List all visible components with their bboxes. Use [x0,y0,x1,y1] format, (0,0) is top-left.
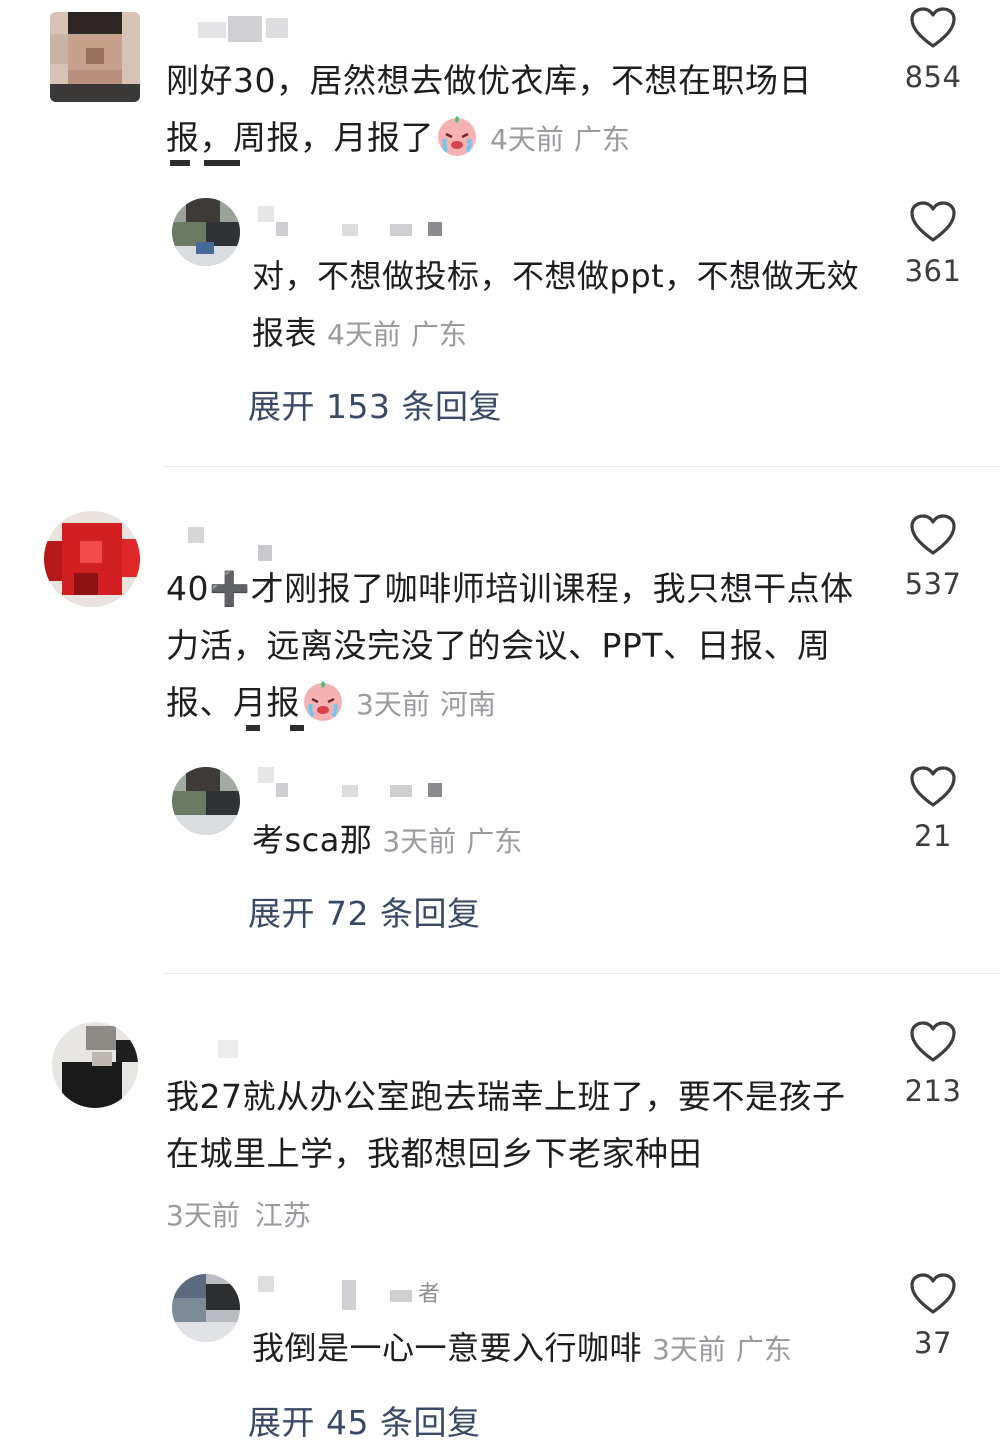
crying-face-emoji-icon [304,681,342,721]
comment-body: 40➕才刚报了咖啡师培训课程，我只想干点体力活，远离没完没了的会议、PPT、日报… [166,569,854,722]
reply-nickname-blurred[interactable]: 者 [258,1276,558,1316]
reply-like-button[interactable]: 21 [883,765,983,853]
comment-location: 江苏 [254,1199,311,1232]
heart-outline-icon [910,514,956,555]
comment-body: 刚好30，居然想去做优衣库，不想在职场日报，周报，月报了 [166,61,812,157]
reply-time: 3天前 [652,1333,726,1366]
heart-outline-icon [910,201,956,242]
reply-nickname-fragment: 者 [418,1282,441,1307]
like-count: 213 [904,1074,962,1108]
expand-replies-button[interactable]: 展开 45 条回复 [248,1396,480,1444]
comment-text: 40➕才刚报了咖啡师培训课程，我只想干点体力活，远离没完没了的会议、PPT、日报… [166,560,866,733]
comment-time: 3天前 [356,688,430,721]
reply-text: 我倒是一心一意要入行咖啡 3天前 广东 [252,1320,872,1378]
comment-location: 河南 [439,688,496,721]
nickname-blurred[interactable] [188,14,488,54]
expand-replies-button[interactable]: 展开 153 条回复 [248,380,502,428]
avatar[interactable] [50,12,140,102]
avatar[interactable] [44,511,140,607]
obscured-fragment [204,160,240,166]
comment-location: 广东 [573,123,630,156]
reply-like-button[interactable]: 37 [883,1272,983,1360]
comment-text: 刚好30，居然想去做优衣库，不想在职场日报，周报，月报了 4天前 广东 [166,52,866,168]
reply-avatar[interactable] [172,198,240,266]
comment-thread: 40➕才刚报了咖啡师培训课程，我只想干点体力活，远离没完没了的会议、PPT、日报… [0,467,1000,972]
heart-outline-icon [910,7,956,48]
reply-time: 3天前 [382,825,457,858]
obscured-fragment [290,725,304,731]
reply-nickname-blurred[interactable] [258,206,558,246]
heart-outline-icon [910,1273,956,1314]
like-count: 854 [904,60,962,94]
comment-body: 我27就从办公室跑去瑞幸上班了，要不是孩子在城里上学，我都想回乡下老家种田 [166,1077,846,1173]
reply-text: 考sca那 3天前 广东 [252,812,872,870]
comment-time: 4天前 [490,123,564,156]
comment-time: 3天前 [166,1199,240,1232]
reply-like-count: 37 [914,1326,952,1360]
comment-thread: 刚好30，居然想去做优衣库，不想在职场日报，周报，月报了 4天前 广东 854 对，… [0,0,1000,465]
reply-time: 4天前 [327,318,401,351]
heart-outline-icon [910,766,956,807]
crying-face-emoji-icon [438,116,476,156]
obscured-fragment [170,160,190,166]
reply-like-count: 21 [914,819,952,853]
reply-location: 广东 [410,318,467,351]
reply-nickname-blurred[interactable] [258,767,558,807]
like-button[interactable]: 213 [883,1020,983,1108]
comment-thread: 我27就从办公室跑去瑞幸上班了，要不是孩子在城里上学，我都想回乡下老家种田 3天… [0,974,1000,1450]
like-button[interactable]: 854 [883,6,983,94]
like-button[interactable]: 537 [883,513,983,601]
reply-body: 考sca那 [252,821,373,859]
reply-location: 广东 [466,825,523,858]
like-count: 537 [904,567,962,601]
reply-text: 对，不想做投标，不想做ppt，不想做无效报表 4天前 广东 [252,248,872,363]
avatar[interactable] [52,1022,138,1108]
reply-like-button[interactable]: 361 [883,200,983,288]
reply-avatar[interactable] [172,1274,240,1342]
obscured-fragment [246,725,260,731]
expand-replies-button[interactable]: 展开 72 条回复 [248,887,480,935]
reply-avatar[interactable] [172,767,240,835]
heart-outline-icon [910,1021,956,1062]
reply-body: 我倒是一心一意要入行咖啡 [252,1329,643,1367]
comment-text: 我27就从办公室跑去瑞幸上班了，要不是孩子在城里上学，我都想回乡下老家种田 [166,1068,866,1182]
comment-meta: 3天前 江苏 [166,1194,311,1234]
reply-location: 广东 [735,1333,792,1366]
reply-like-count: 361 [904,254,962,288]
